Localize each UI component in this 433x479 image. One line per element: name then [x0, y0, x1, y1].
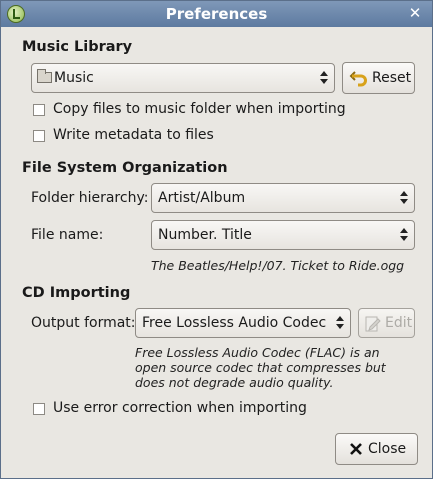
- file-name-label: File name:: [31, 227, 104, 243]
- undo-arrow-icon: [349, 71, 367, 87]
- error-correction-checkbox[interactable]: [33, 403, 45, 415]
- reset-label: Reset: [372, 70, 412, 86]
- folder-hierarchy-combo[interactable]: Artist/Album: [151, 183, 415, 213]
- preferences-window: Preferences ✕ Music Library Music Reset …: [0, 0, 433, 479]
- reset-button[interactable]: Reset: [342, 62, 415, 94]
- combo-arrows-icon: [400, 190, 408, 206]
- window-title: Preferences: [165, 5, 268, 23]
- output-format-combo[interactable]: Free Lossless Audio Codec: [135, 308, 351, 338]
- output-format-label: Output format:: [31, 315, 136, 331]
- output-format-value: Free Lossless Audio Codec: [142, 315, 327, 331]
- folder-hierarchy-value: Artist/Album: [158, 190, 246, 206]
- title-bar[interactable]: Preferences ✕: [1, 1, 432, 27]
- format-description: Free Lossless Audio Codec (FLAC) is an o…: [135, 345, 386, 390]
- write-metadata-checkbox[interactable]: [33, 130, 45, 142]
- edit-document-icon: [365, 316, 381, 332]
- edit-button[interactable]: Edit: [358, 308, 415, 338]
- music-folder-value: Music: [54, 70, 94, 86]
- folder-icon: [37, 69, 52, 83]
- copy-files-checkbox[interactable]: [33, 104, 45, 116]
- file-system-heading: File System Organization: [22, 160, 228, 176]
- close-x-icon: [350, 443, 362, 455]
- edit-label: Edit: [385, 315, 413, 331]
- error-correction-label[interactable]: Use error correction when importing: [53, 400, 307, 416]
- music-folder-combo[interactable]: Music: [31, 63, 335, 93]
- close-button[interactable]: Close: [335, 433, 418, 465]
- copy-files-label[interactable]: Copy files to music folder when importin…: [53, 101, 346, 117]
- example-path: The Beatles/Help!/07. Ticket to Ride.ogg: [151, 258, 405, 273]
- close-label: Close: [368, 441, 407, 457]
- file-name-value: Number. Title: [158, 227, 252, 243]
- combo-arrows-icon: [400, 227, 408, 243]
- combo-arrows-icon: [336, 315, 344, 331]
- file-name-combo[interactable]: Number. Title: [151, 220, 415, 250]
- folder-hierarchy-label: Folder hierarchy:: [31, 190, 149, 206]
- cd-importing-heading: CD Importing: [22, 285, 131, 301]
- window-close-button[interactable]: ✕: [406, 4, 424, 22]
- combo-arrows-icon: [320, 70, 328, 86]
- music-library-heading: Music Library: [22, 39, 133, 55]
- write-metadata-label[interactable]: Write metadata to files: [53, 127, 214, 143]
